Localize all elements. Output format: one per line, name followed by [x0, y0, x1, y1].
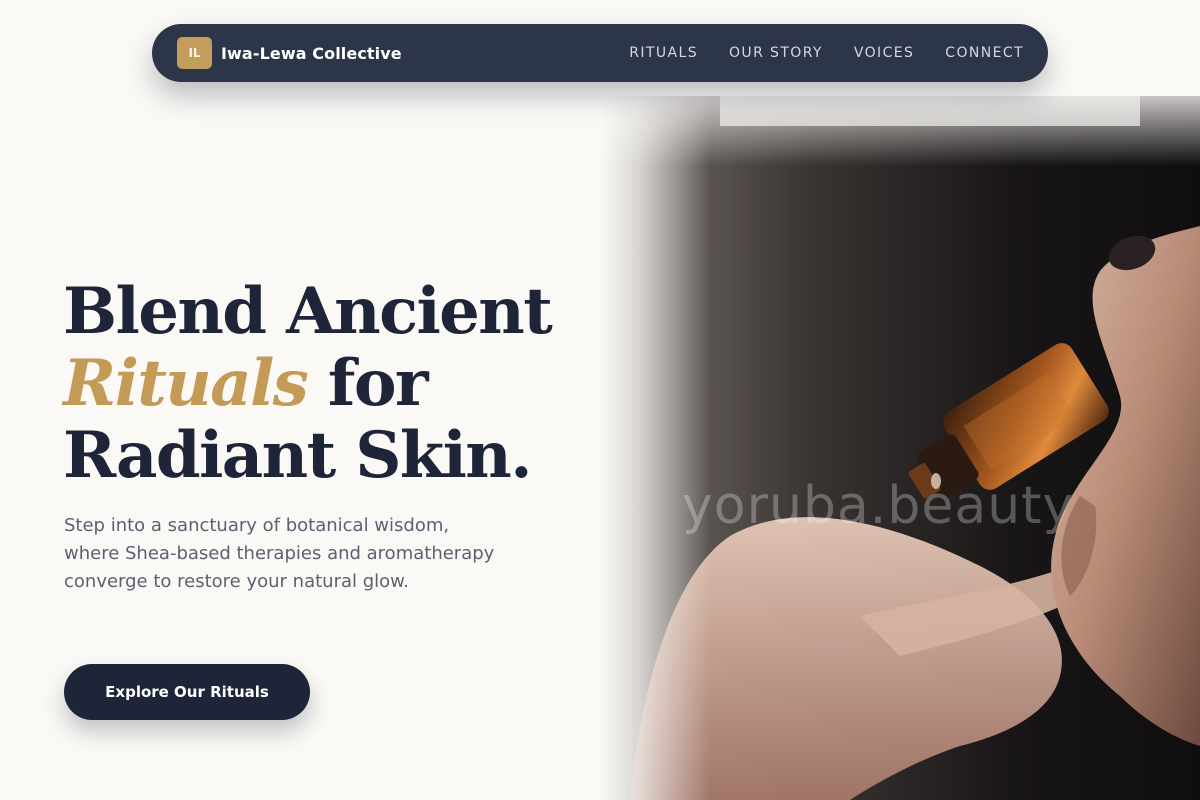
top-navigation: IL Iwa-Lewa Collective RITUALS OUR STORY…	[152, 24, 1048, 82]
nav-link-voices[interactable]: VOICES	[854, 45, 914, 61]
nav-link-rituals[interactable]: RITUALS	[629, 45, 698, 61]
explore-rituals-button[interactable]: Explore Our Rituals	[64, 664, 310, 720]
headline-line-2-rest: for	[307, 346, 429, 421]
headline-accent: Rituals	[63, 346, 309, 421]
logo-initials: IL	[188, 46, 201, 60]
brand-name[interactable]: Iwa-Lewa Collective	[221, 44, 402, 63]
nav-link-connect[interactable]: CONNECT	[945, 45, 1024, 61]
hero-image: yoruba.beauty	[600, 96, 1200, 800]
nav-links: RITUALS OUR STORY VOICES CONNECT	[598, 45, 1024, 61]
nav-link-our-story[interactable]: OUR STORY	[729, 45, 823, 61]
hero-subtext: Step into a sanctuary of botanical wisdo…	[64, 515, 495, 592]
image-fade-overlay	[600, 96, 710, 800]
cta-label: Explore Our Rituals	[105, 683, 269, 701]
headline-line-3: Radiant Skin.	[63, 418, 533, 493]
hero-headline: Blend Ancient Rituals for Radiant Skin.	[63, 276, 603, 492]
logo-badge[interactable]: IL	[177, 37, 212, 69]
headline-line-1: Blend Ancient	[63, 274, 553, 349]
image-watermark: yoruba.beauty	[682, 476, 1075, 536]
